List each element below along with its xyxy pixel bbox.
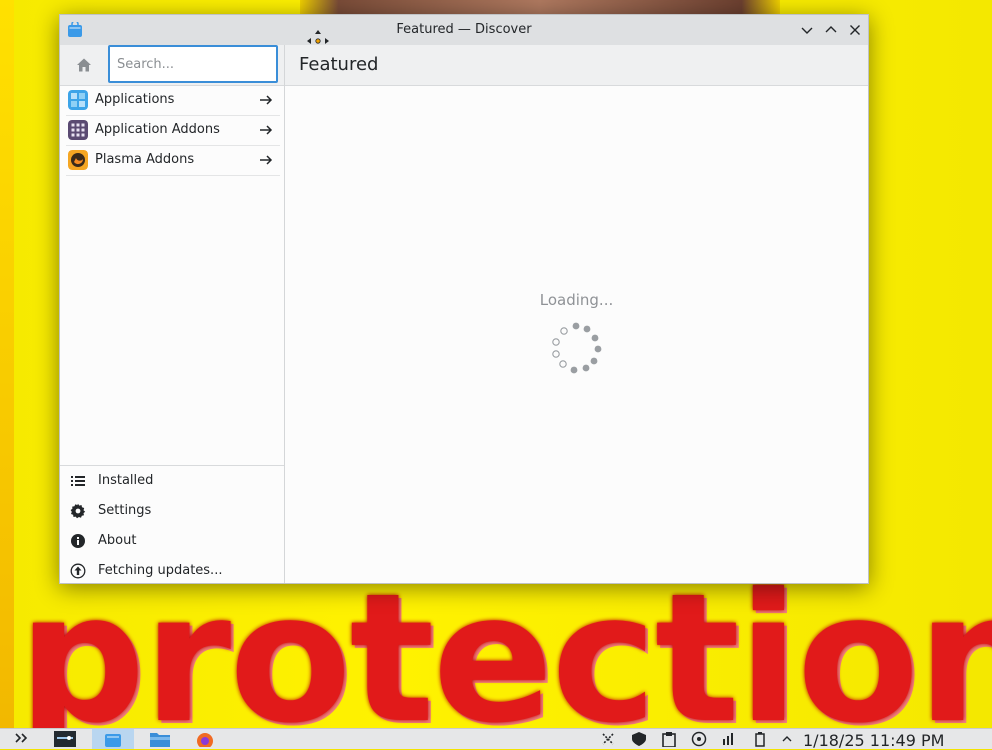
clipboard-icon xyxy=(662,732,676,747)
action-updates[interactable]: Fetching updates... xyxy=(60,556,284,586)
media-icon xyxy=(691,731,707,747)
firefox-icon xyxy=(197,733,213,747)
taskbar-clock[interactable]: 1/18/25 11:49 PM xyxy=(803,731,944,750)
tray-expand-button[interactable] xyxy=(778,729,796,749)
wallpaper-edge xyxy=(0,0,14,728)
minimize-button[interactable] xyxy=(798,21,816,39)
arrow-right-icon xyxy=(260,125,273,135)
volume-icon xyxy=(723,733,733,745)
folder-icon xyxy=(150,733,170,747)
discover-app-icon xyxy=(105,734,121,747)
launcher-icon xyxy=(15,733,28,743)
wallpaper-photo xyxy=(300,0,780,14)
sidebar-actions: Installed Settings About Fetching update… xyxy=(60,465,284,584)
taskbar: 1/18/25 11:49 PM xyxy=(0,728,992,750)
sidebar: Applications Application Addons Plasma xyxy=(60,45,285,583)
close-icon xyxy=(850,25,860,35)
action-label: Settings xyxy=(98,503,152,518)
action-label: About xyxy=(98,533,137,548)
arrow-right-icon xyxy=(260,95,273,105)
update-icon xyxy=(70,563,86,579)
home-button[interactable] xyxy=(70,52,98,78)
info-icon xyxy=(71,534,85,548)
task-system-settings[interactable] xyxy=(50,729,80,749)
list-icon xyxy=(71,476,85,486)
category-application-addons[interactable]: Application Addons xyxy=(66,116,280,146)
tray-network-icon[interactable] xyxy=(598,729,618,749)
tray-clipboard-icon[interactable] xyxy=(658,729,680,749)
loading-text: Loading... xyxy=(539,291,614,309)
launcher-button[interactable] xyxy=(8,729,38,749)
settings-app-icon xyxy=(54,731,76,747)
category-applications[interactable]: Applications xyxy=(66,86,280,116)
tray-volume-icon[interactable] xyxy=(718,729,740,749)
action-settings[interactable]: Settings xyxy=(60,496,284,526)
app-addons-icon xyxy=(68,120,88,140)
shield-icon xyxy=(632,732,646,746)
gear-icon xyxy=(70,503,86,519)
window-title: Featured — Discover xyxy=(396,22,532,37)
close-button[interactable] xyxy=(846,21,864,39)
search-input[interactable] xyxy=(108,45,278,83)
battery-icon xyxy=(755,732,765,747)
page-header: Featured xyxy=(285,45,868,86)
discover-window: Featured — Discover Search... Applicatio… xyxy=(59,14,869,584)
chevron-up-icon xyxy=(825,26,837,33)
maximize-button[interactable] xyxy=(822,21,840,39)
tray-media-icon[interactable] xyxy=(688,729,710,749)
main-content: Featured Loading... xyxy=(285,45,868,583)
sidebar-toolbar xyxy=(60,45,284,86)
page-title: Featured xyxy=(299,54,379,75)
task-firefox[interactable] xyxy=(188,729,222,749)
chevron-down-icon xyxy=(801,27,813,34)
chevron-up-icon xyxy=(782,736,792,742)
applications-icon xyxy=(68,90,88,110)
tray-battery-icon[interactable] xyxy=(750,729,770,749)
tray-updates-icon[interactable] xyxy=(628,729,650,749)
wallpaper-text: protection xyxy=(18,555,992,729)
title-bar[interactable]: Featured — Discover xyxy=(60,15,868,46)
action-label: Fetching updates... xyxy=(98,563,223,578)
arrow-right-icon xyxy=(260,155,273,165)
category-label: Applications xyxy=(95,92,175,107)
plasma-addons-icon xyxy=(68,150,88,170)
task-file-manager[interactable] xyxy=(143,729,177,749)
task-discover[interactable] xyxy=(92,729,134,749)
category-plasma-addons[interactable]: Plasma Addons xyxy=(66,146,280,176)
action-about[interactable]: About xyxy=(60,526,284,556)
action-label: Installed xyxy=(98,473,154,488)
home-icon xyxy=(77,58,91,72)
loading-spinner-icon xyxy=(552,322,602,374)
action-installed[interactable]: Installed xyxy=(60,466,284,496)
network-icon xyxy=(602,733,614,745)
category-label: Plasma Addons xyxy=(95,152,195,167)
category-label: Application Addons xyxy=(95,122,220,137)
